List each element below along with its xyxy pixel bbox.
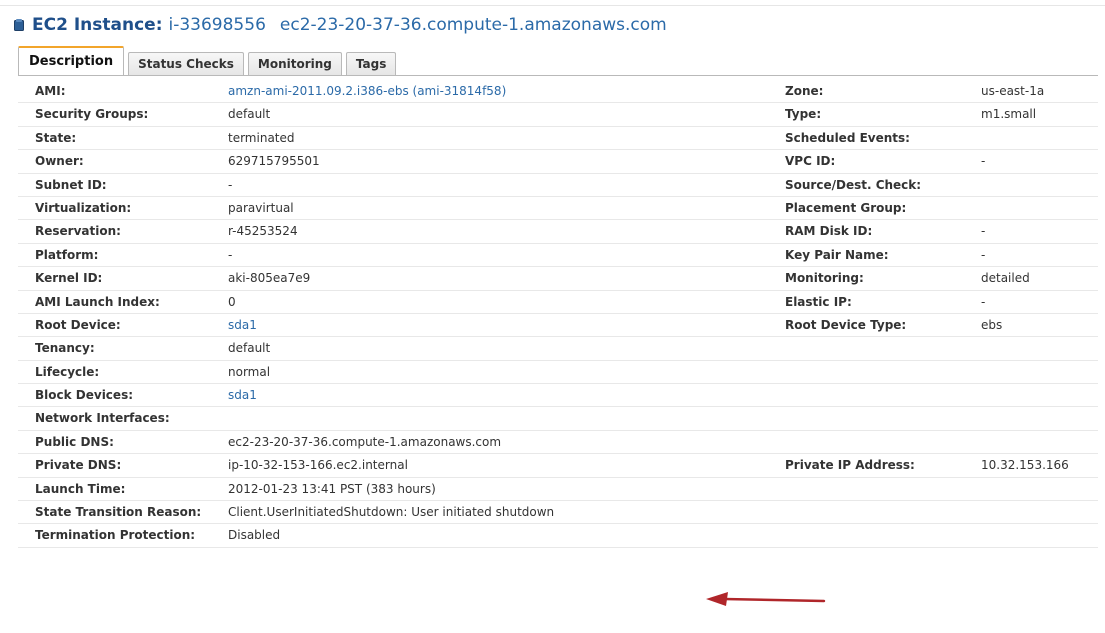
detail-label: Subnet ID: (35, 177, 107, 192)
detail-value: - (981, 224, 986, 239)
tab-bar: Description Status Checks Monitoring Tag… (18, 46, 400, 75)
detail-value: Disabled (228, 528, 281, 543)
detail-row: Tenancy: default (18, 337, 1098, 361)
detail-value-link[interactable]: sda1 (228, 314, 257, 337)
detail-value: default (228, 107, 271, 122)
detail-value: default (228, 341, 271, 356)
detail-label: Virtualization: (35, 200, 132, 215)
detail-row: Platform: - Key Pair Name: - (18, 244, 1098, 268)
detail-label: Security Groups: (35, 107, 149, 122)
detail-label: Reservation: (35, 224, 121, 239)
detail-label: Owner: (35, 154, 84, 169)
detail-label: Private IP Address: (785, 458, 915, 473)
detail-value: Client.UserInitiatedShutdown: User initi… (228, 505, 555, 520)
detail-value: ip-10-32-153-166.ec2.internal (228, 458, 408, 473)
detail-row: Public DNS: ec2-23-20-37-36.compute-1.ama… (18, 431, 1098, 455)
top-divider (0, 5, 1105, 6)
detail-row: Lifecycle: normal (18, 361, 1098, 385)
detail-row: State Transition Reason: Client.UserIniti… (18, 501, 1098, 525)
detail-row: Network Interfaces: (18, 407, 1098, 431)
tab-monitoring[interactable]: Monitoring (247, 52, 342, 75)
page-title: EC2 Instance: (32, 15, 163, 35)
detail-value: detailed (981, 271, 1030, 286)
detail-label: VPC ID: (785, 154, 836, 169)
detail-label: Source/Dest. Check: (785, 177, 922, 192)
detail-row: Security Groups: default Type: m1.small (18, 103, 1098, 127)
detail-row: Launch Time: 2012-01-23 13:41 PST (383 ho… (18, 478, 1098, 502)
detail-value: normal (228, 364, 271, 379)
detail-label: Kernel ID: (35, 271, 103, 286)
ec2-instance-icon (14, 19, 24, 31)
detail-label: Monitoring: (785, 271, 864, 286)
detail-label: Network Interfaces: (35, 411, 170, 426)
detail-label: Tenancy: (35, 341, 95, 356)
detail-label: Placement Group: (785, 200, 907, 215)
detail-row: Reservation: r-45253524 RAM Disk ID: - (18, 220, 1098, 244)
detail-row: Virtualization: paravirtual Placement Grou… (18, 197, 1098, 221)
detail-value: m1.small (981, 107, 1037, 122)
detail-label: Block Devices: (35, 388, 134, 403)
detail-label: Public DNS: (35, 434, 114, 449)
detail-label: Termination Protection: (35, 528, 196, 543)
instance-dns: ec2-23-20-37-36.compute-1.amazonaws.com (279, 15, 667, 35)
detail-value: 2012-01-23 13:41 PST (383 hours) (228, 481, 436, 496)
detail-label: Key Pair Name: (785, 247, 889, 262)
detail-label: Zone: (785, 84, 824, 98)
tab-description[interactable]: Description (18, 46, 125, 75)
detail-row: AMI Launch Index: 0 Elastic IP: - (18, 291, 1098, 314)
red-arrow-icon (706, 592, 826, 606)
detail-label: Launch Time: (35, 481, 126, 496)
detail-label: Type: (785, 107, 822, 122)
detail-row: Block Devices: sda1 (18, 384, 1098, 408)
detail-label: Elastic IP: (785, 294, 852, 309)
instance-header: EC2 Instance: i-33698556 ec2-23-20-37-36… (14, 14, 667, 36)
detail-value-link[interactable]: amzn-ami-2011.09.2.i386-ebs (ami-31814f5… (228, 80, 506, 103)
detail-value: ebs (981, 317, 1003, 332)
detail-row: Kernel ID: aki-805ea7e9 Monitoring: detaile… (18, 267, 1098, 291)
detail-label: Root Device: (35, 317, 121, 332)
detail-value: 629715795501 (228, 154, 320, 169)
detail-row: Subnet ID: - Source/Dest. Check: (18, 174, 1098, 197)
detail-value: us-east-1a (981, 84, 1045, 98)
detail-row: Root Device: sda1 Root Device Type: ebs (18, 314, 1098, 338)
details-table: AMI: amzn-ami-2011.09.2.i386-ebs (ami-318… (18, 80, 1098, 548)
detail-value: 0 (228, 294, 236, 309)
detail-value: r-45253524 (228, 224, 298, 239)
detail-value: - (981, 154, 986, 169)
detail-label: Platform: (35, 247, 99, 262)
detail-label: RAM Disk ID: (785, 224, 873, 239)
detail-label: AMI Launch Index: (35, 294, 160, 309)
detail-row: Private DNS: ip-10-32-153-166.ec2.interna… (18, 454, 1098, 478)
detail-value: 10.32.153.166 (981, 458, 1069, 473)
detail-label: State Transition Reason: (35, 505, 202, 520)
detail-row: State: terminated Scheduled Events: (18, 127, 1098, 151)
detail-label: Root Device Type: (785, 317, 907, 332)
tab-tags[interactable]: Tags (345, 52, 397, 75)
detail-label: Lifecycle: (35, 364, 100, 379)
detail-row: Owner: 629715795501 VPC ID: - (18, 150, 1098, 174)
detail-value: - (228, 247, 233, 262)
detail-value: terminated (228, 130, 295, 145)
detail-value: paravirtual (228, 200, 294, 215)
tab-divider (18, 75, 1098, 76)
detail-value: - (228, 177, 233, 192)
detail-row: AMI: amzn-ami-2011.09.2.i386-ebs (ami-318… (18, 80, 1098, 104)
detail-label: Private DNS: (35, 458, 122, 473)
instance-id: i-33698556 (168, 15, 266, 35)
detail-value: aki-805ea7e9 (228, 271, 311, 286)
detail-value-link[interactable]: sda1 (228, 384, 257, 407)
detail-row: Termination Protection: Disabled (18, 524, 1098, 548)
detail-label: State: (35, 130, 77, 145)
detail-label: AMI: (35, 84, 66, 98)
detail-value: - (981, 294, 986, 309)
tab-status-checks[interactable]: Status Checks (128, 52, 244, 75)
detail-value: - (981, 247, 986, 262)
detail-label: Scheduled Events: (785, 130, 910, 145)
detail-value: ec2-23-20-37-36.compute-1.amazonaws.com (228, 434, 502, 449)
